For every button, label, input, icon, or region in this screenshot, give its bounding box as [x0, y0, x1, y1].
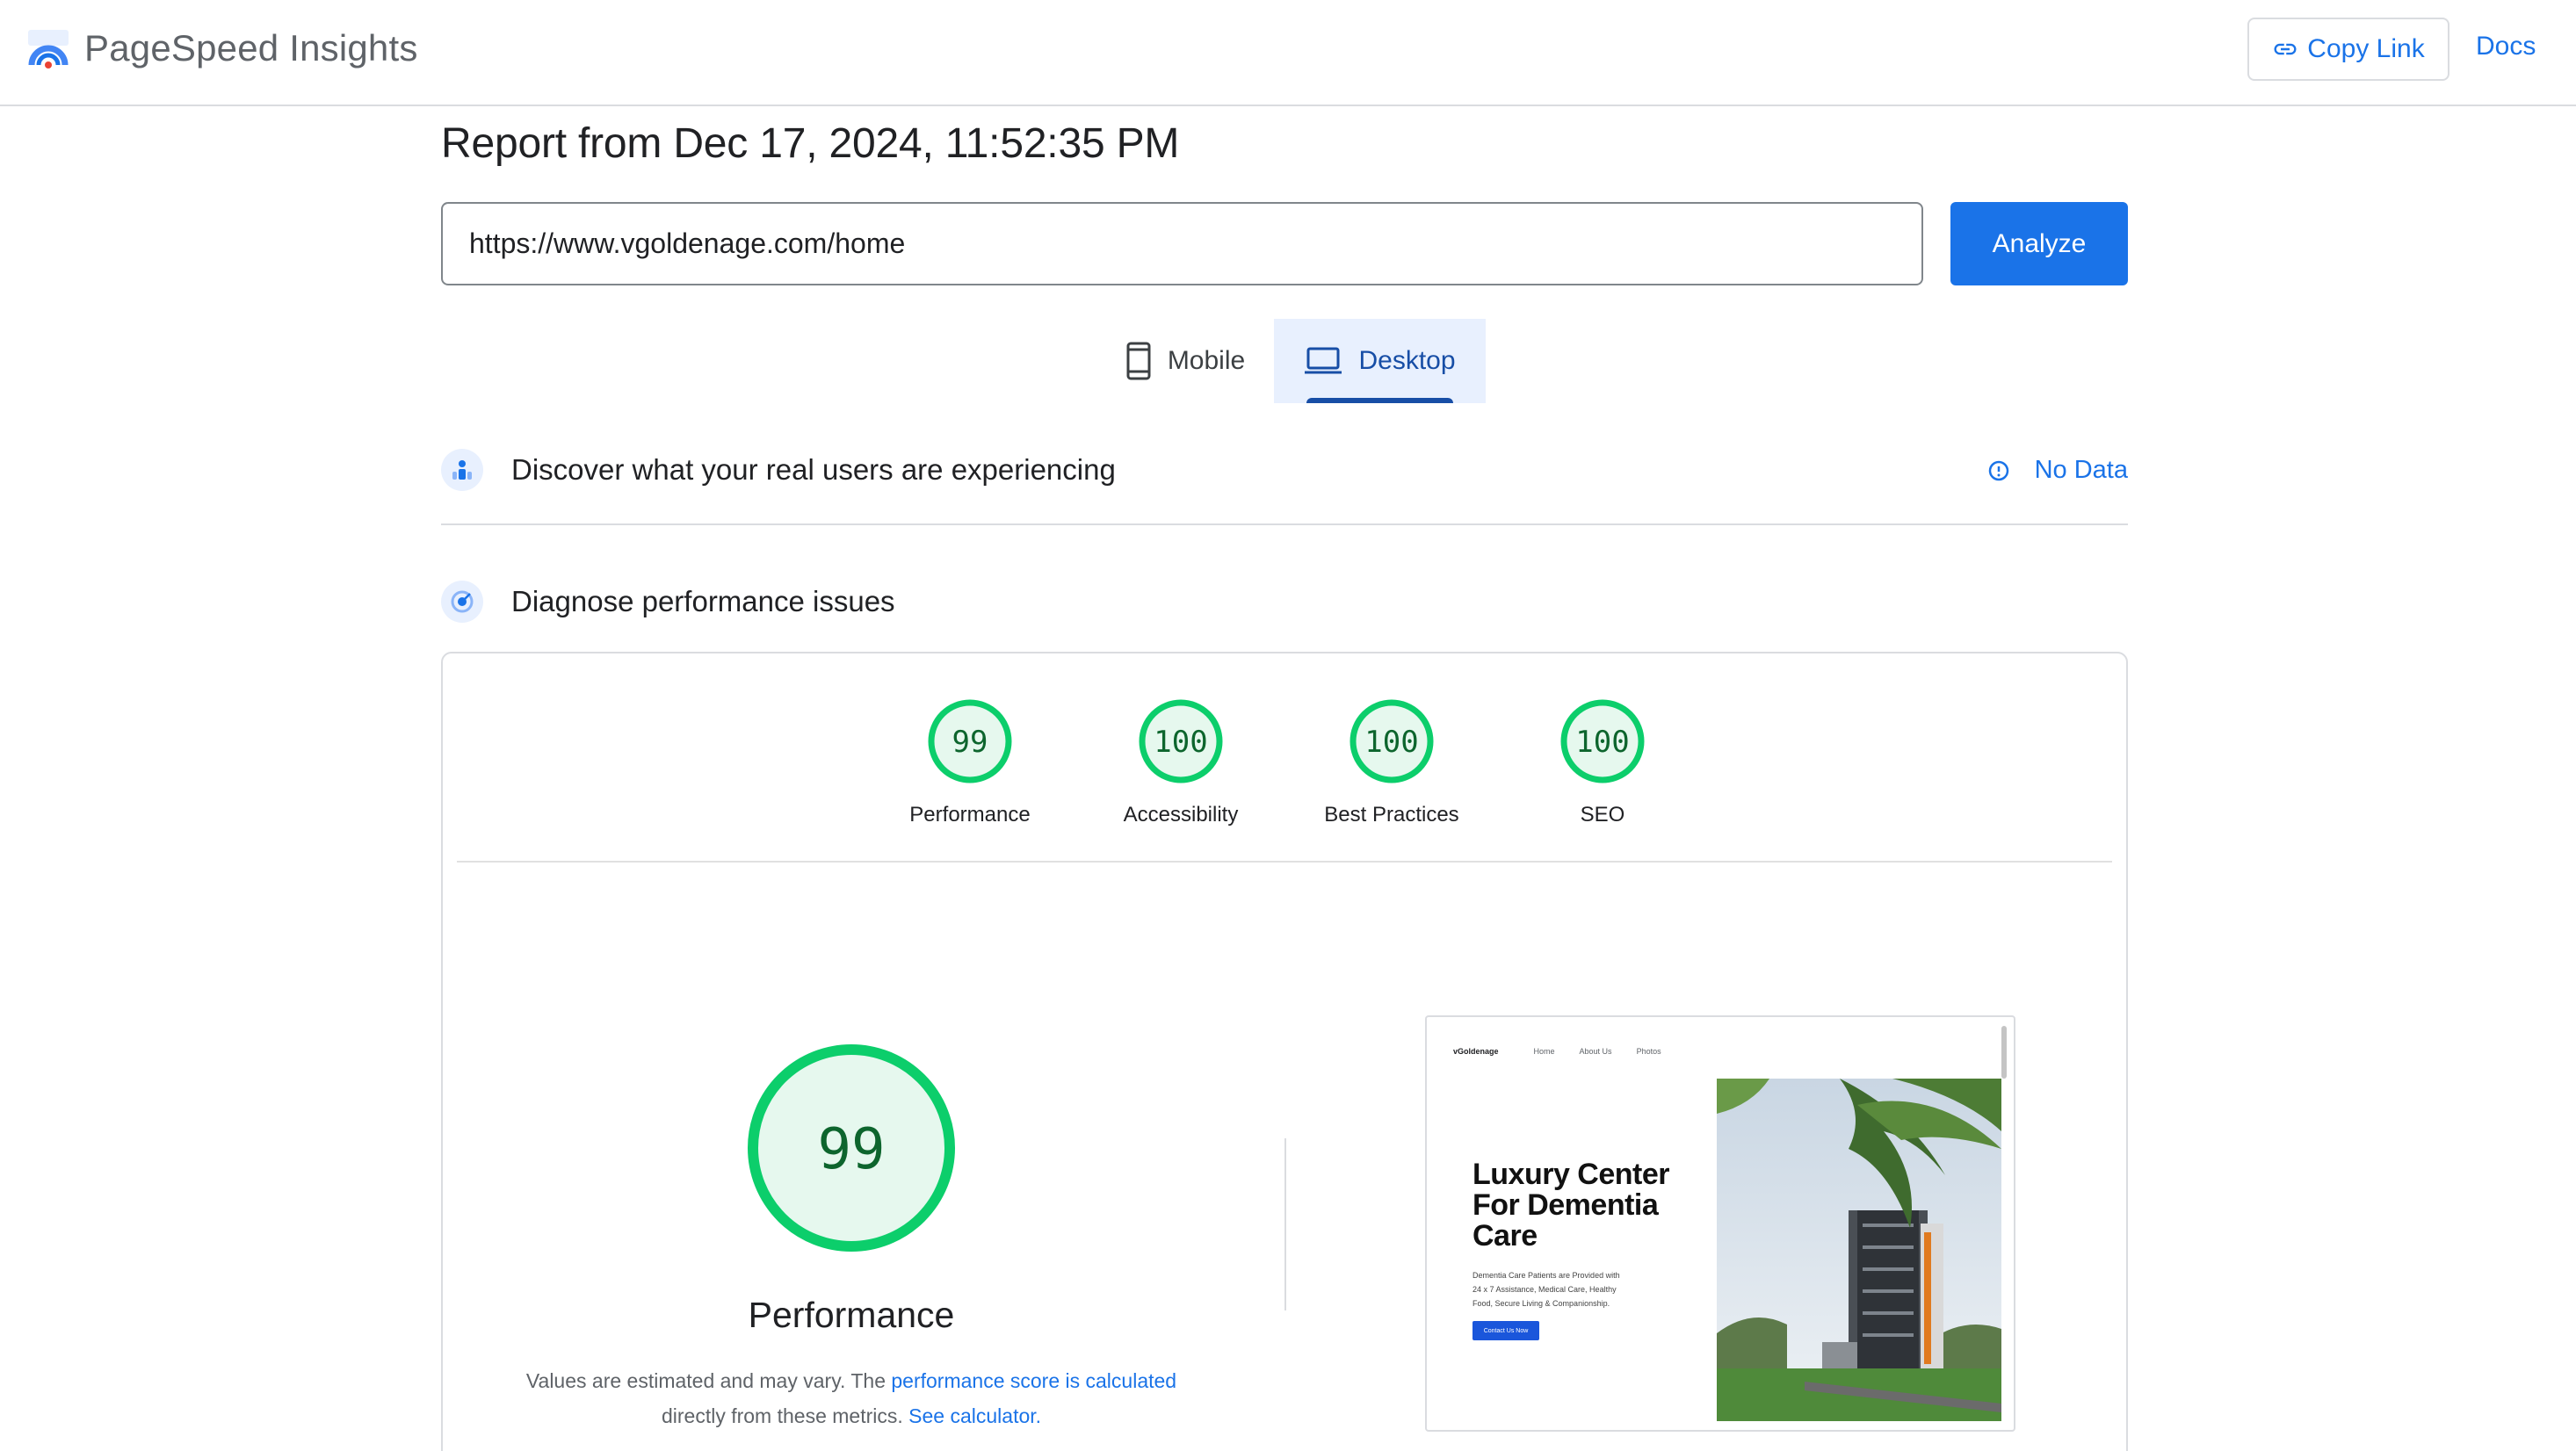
score-best-practices-value: 100 [1364, 725, 1418, 760]
score-accessibility[interactable]: 100 Accessibility [1093, 697, 1269, 827]
section-divider [441, 523, 2128, 525]
score-performance[interactable]: 99 Performance [882, 697, 1058, 827]
performance-explanation: Values are estimated and may vary. The p… [482, 1363, 1220, 1433]
top-bar: PageSpeed Insights Copy Link Docs [0, 0, 2576, 106]
screenshot-hero-title: Luxury Center For Dementia Care [1473, 1158, 1670, 1252]
score-accessibility-label: Accessibility [1123, 803, 1239, 827]
screenshot-nav: vGoldenage Home About Us Photos [1453, 1047, 1686, 1056]
explain-prefix: Values are estimated and may vary. The [525, 1369, 886, 1392]
gauge-performance[interactable]: 99 [926, 697, 1014, 785]
smartphone-icon [1126, 342, 1151, 380]
info-icon [1988, 460, 2008, 480]
score-performance-value: 99 [952, 725, 988, 760]
tab-mobile[interactable]: Mobile [1096, 319, 1274, 403]
screenshot-nav-item: Home [1533, 1047, 1555, 1056]
app-title: PageSpeed Insights [84, 27, 418, 69]
report-title: Report from Dec 17, 2024, 11:52:35 PM [441, 120, 1180, 167]
vertical-separator [1284, 1138, 1286, 1310]
no-data-link[interactable]: No Data [1987, 456, 2128, 485]
screenshot-cta-button: Contact Us Now [1473, 1321, 1539, 1340]
screenshot-hero-subtitle: Dementia Care Patients are Provided with… [1473, 1271, 1620, 1308]
score-seo-label: SEO [1580, 803, 1625, 827]
screenshot-nav-item: About Us [1579, 1047, 1612, 1056]
card-divider [457, 861, 2112, 863]
performance-gauge-large: 99 [748, 1044, 955, 1252]
see-calculator-link[interactable]: See calculator. [908, 1404, 1041, 1427]
building-photo-image [1717, 1079, 2001, 1421]
score-best-practices-label: Best Practices [1324, 803, 1459, 827]
gauge-best-practices[interactable]: 100 [1348, 697, 1436, 785]
gauge-accessibility[interactable]: 100 [1137, 697, 1225, 785]
docs-link[interactable]: Docs [2476, 32, 2536, 61]
field-data-title: Discover what your real users are experi… [511, 453, 1116, 486]
screenshot-scrollbar [2001, 1026, 2007, 1079]
screenshot-site-logo: vGoldenage [1453, 1047, 1499, 1056]
url-input[interactable] [441, 202, 1923, 285]
explain-mid: directly from these metrics. [661, 1404, 903, 1427]
score-seo[interactable]: 100 SEO [1515, 697, 1690, 827]
diagnose-title: Diagnose performance issues [511, 585, 895, 617]
score-seo-value: 100 [1575, 725, 1629, 760]
gauge-seo[interactable]: 100 [1559, 697, 1646, 785]
score-best-practices[interactable]: 100 Best Practices [1304, 697, 1480, 827]
tab-desktop-label: Desktop [1358, 346, 1456, 375]
screenshot-nav-item: Photos [1636, 1047, 1661, 1056]
copy-link-label: Copy Link [2307, 34, 2425, 63]
performance-score-large: 99 [817, 1117, 885, 1182]
tab-desktop[interactable]: Desktop [1274, 319, 1486, 403]
laptop-icon [1305, 347, 1342, 374]
score-performance-label: Performance [909, 803, 1031, 827]
report-card: 99 Performance 100 Accessibility 100 Bes… [441, 652, 2128, 1451]
tab-selected-indicator [1306, 398, 1453, 403]
performance-title: Performance [748, 1295, 955, 1335]
users-icon [441, 449, 483, 491]
diagnose-section: Diagnose performance issues [441, 575, 2128, 628]
field-data-section: Discover what your real users are experi… [441, 444, 2128, 496]
analyze-button[interactable]: Analyze [1950, 202, 2128, 285]
brand[interactable]: PageSpeed Insights [26, 23, 418, 74]
score-calculated-link[interactable]: performance score is calculated [891, 1369, 1176, 1392]
score-accessibility-value: 100 [1154, 725, 1207, 760]
diagnose-icon [441, 581, 483, 623]
tab-mobile-label: Mobile [1167, 346, 1246, 375]
pagespeed-logo-icon [28, 30, 69, 69]
no-data-label: No Data [2034, 456, 2128, 484]
copy-link-button[interactable]: Copy Link [2247, 18, 2449, 81]
link-icon [2274, 43, 2297, 55]
page-screenshot: vGoldenage Home About Us Photos Luxury C… [1425, 1015, 2015, 1432]
